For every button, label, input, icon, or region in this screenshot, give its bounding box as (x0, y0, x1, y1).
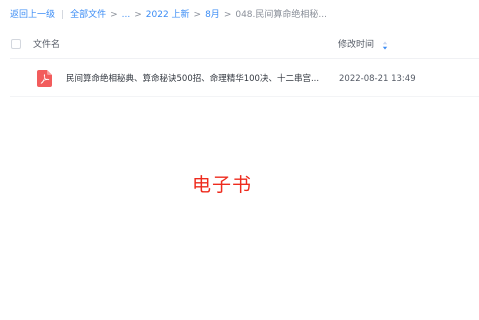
row-divider (10, 96, 479, 97)
select-all-checkbox[interactable] (11, 39, 21, 49)
header-divider (10, 58, 479, 59)
breadcrumb: 返回上一级 | 全部文件 > ... > 2022 上新 > 8月 > 048.… (10, 8, 327, 22)
back-link[interactable]: 返回上一级 (10, 8, 55, 22)
column-header-time[interactable]: 修改时间 (338, 38, 388, 52)
sort-descending-icon[interactable] (382, 41, 388, 50)
breadcrumb-folder-aug[interactable]: 8月 (205, 8, 220, 22)
file-modified-time: 2022-08-21 13:49 (339, 74, 416, 84)
column-header-time-label: 修改时间 (338, 40, 375, 50)
ebook-overlay-text: 电子书 (192, 174, 253, 196)
breadcrumb-current: 048.民间算命绝相秘... (235, 10, 327, 20)
chevron-right-icon: > (223, 10, 232, 20)
file-list-header: 文件名 修改时间 (0, 32, 479, 58)
breadcrumb-ellipsis[interactable]: ... (122, 8, 131, 22)
file-name[interactable]: 民间算命绝相秘典、算命秘诀500招、命理精华100决、十二串宫... (66, 72, 326, 86)
chevron-right-icon: > (110, 10, 118, 20)
breadcrumb-folder-2022[interactable]: 2022 上新 (146, 8, 190, 22)
breadcrumb-all-files[interactable]: 全部文件 (70, 8, 106, 22)
pdf-icon (37, 70, 52, 87)
chevron-right-icon: > (193, 10, 202, 20)
file-row[interactable]: 民间算命绝相秘典、算命秘诀500招、命理精华100决、十二串宫... 2022-… (0, 64, 479, 94)
column-header-name[interactable]: 文件名 (33, 38, 60, 52)
breadcrumb-divider: | (61, 10, 65, 20)
chevron-right-icon: > (134, 10, 142, 20)
